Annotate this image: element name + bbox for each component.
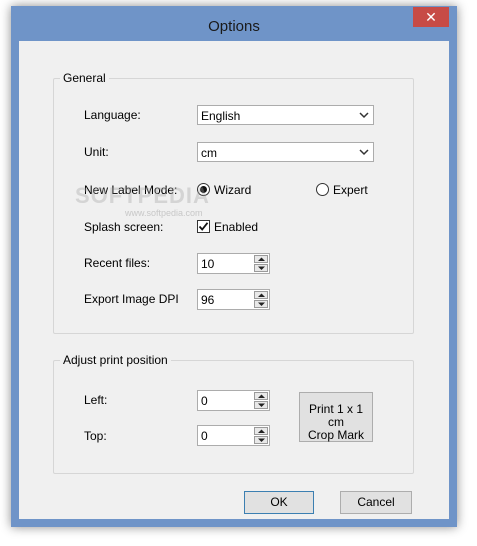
close-button[interactable]: ✕ bbox=[413, 7, 449, 27]
ok-button[interactable]: OK bbox=[244, 491, 314, 514]
left-offset-spinner[interactable]: 0 bbox=[197, 390, 270, 411]
general-group: General Language: English Unit: cm New L… bbox=[53, 71, 414, 334]
new-label-mode-label: New Label Mode: bbox=[84, 183, 178, 197]
spin-down-button[interactable] bbox=[254, 401, 268, 409]
chevron-down-icon bbox=[359, 109, 369, 121]
unit-label: Unit: bbox=[84, 145, 109, 159]
top-offset-label: Top: bbox=[84, 429, 107, 443]
top-offset-value[interactable]: 0 bbox=[201, 429, 208, 443]
wizard-radio-label[interactable]: Wizard bbox=[214, 183, 251, 197]
language-label: Language: bbox=[84, 108, 141, 122]
crop-mark-line1: Print 1 x 1 cm bbox=[308, 402, 364, 429]
arrow-down-icon bbox=[258, 438, 265, 442]
export-dpi-spinner[interactable]: 96 bbox=[197, 289, 270, 310]
arrow-down-icon bbox=[258, 403, 265, 407]
window-title: Options bbox=[208, 18, 260, 35]
spin-up-button[interactable] bbox=[254, 291, 268, 299]
arrow-up-icon bbox=[258, 429, 265, 433]
splash-enabled-checkbox[interactable] bbox=[197, 220, 210, 233]
spin-up-button[interactable] bbox=[254, 392, 268, 400]
checkmark-icon bbox=[198, 222, 209, 231]
arrow-up-icon bbox=[258, 257, 265, 261]
spin-down-button[interactable] bbox=[254, 300, 268, 308]
language-select-value: English bbox=[201, 109, 241, 123]
arrow-down-icon bbox=[258, 302, 265, 306]
cancel-button[interactable]: Cancel bbox=[340, 491, 412, 514]
print-position-group: Adjust print position Left: 0 Top: 0 Pri… bbox=[53, 353, 414, 474]
spin-down-button[interactable] bbox=[254, 436, 268, 444]
arrow-down-icon bbox=[258, 266, 265, 270]
language-select[interactable]: English bbox=[197, 105, 374, 125]
arrow-up-icon bbox=[258, 394, 265, 398]
expert-radio-label[interactable]: Expert bbox=[333, 183, 368, 197]
chevron-down-icon bbox=[359, 146, 369, 158]
export-dpi-value[interactable]: 96 bbox=[201, 293, 214, 307]
splash-enabled-label[interactable]: Enabled bbox=[214, 220, 258, 234]
unit-select[interactable]: cm bbox=[197, 142, 374, 162]
title-bar[interactable]: Options ✕ bbox=[11, 6, 457, 41]
crop-mark-line2: Crop Mark bbox=[307, 428, 364, 442]
export-dpi-label: Export Image DPI bbox=[84, 292, 179, 306]
recent-files-label: Recent files: bbox=[84, 256, 151, 270]
options-window: Options ✕ General Language: English Unit… bbox=[11, 6, 457, 527]
close-icon: ✕ bbox=[425, 9, 437, 25]
expert-radio[interactable] bbox=[316, 183, 329, 196]
dialog-body: General Language: English Unit: cm New L… bbox=[19, 41, 449, 519]
print-position-group-caption: Adjust print position bbox=[60, 353, 171, 367]
spin-up-button[interactable] bbox=[254, 255, 268, 263]
print-crop-mark-button[interactable]: Print 1 x 1 cm Crop Mark bbox=[299, 392, 373, 442]
splash-screen-label: Splash screen: bbox=[84, 220, 164, 234]
spin-down-button[interactable] bbox=[254, 264, 268, 272]
recent-files-value[interactable]: 10 bbox=[201, 257, 214, 271]
general-group-caption: General bbox=[60, 71, 109, 85]
wizard-radio[interactable] bbox=[197, 183, 210, 196]
arrow-up-icon bbox=[258, 293, 265, 297]
left-offset-value[interactable]: 0 bbox=[201, 394, 208, 408]
left-offset-label: Left: bbox=[84, 393, 108, 407]
recent-files-spinner[interactable]: 10 bbox=[197, 253, 270, 274]
spin-up-button[interactable] bbox=[254, 427, 268, 435]
top-offset-spinner[interactable]: 0 bbox=[197, 425, 270, 446]
unit-select-value: cm bbox=[201, 146, 217, 160]
